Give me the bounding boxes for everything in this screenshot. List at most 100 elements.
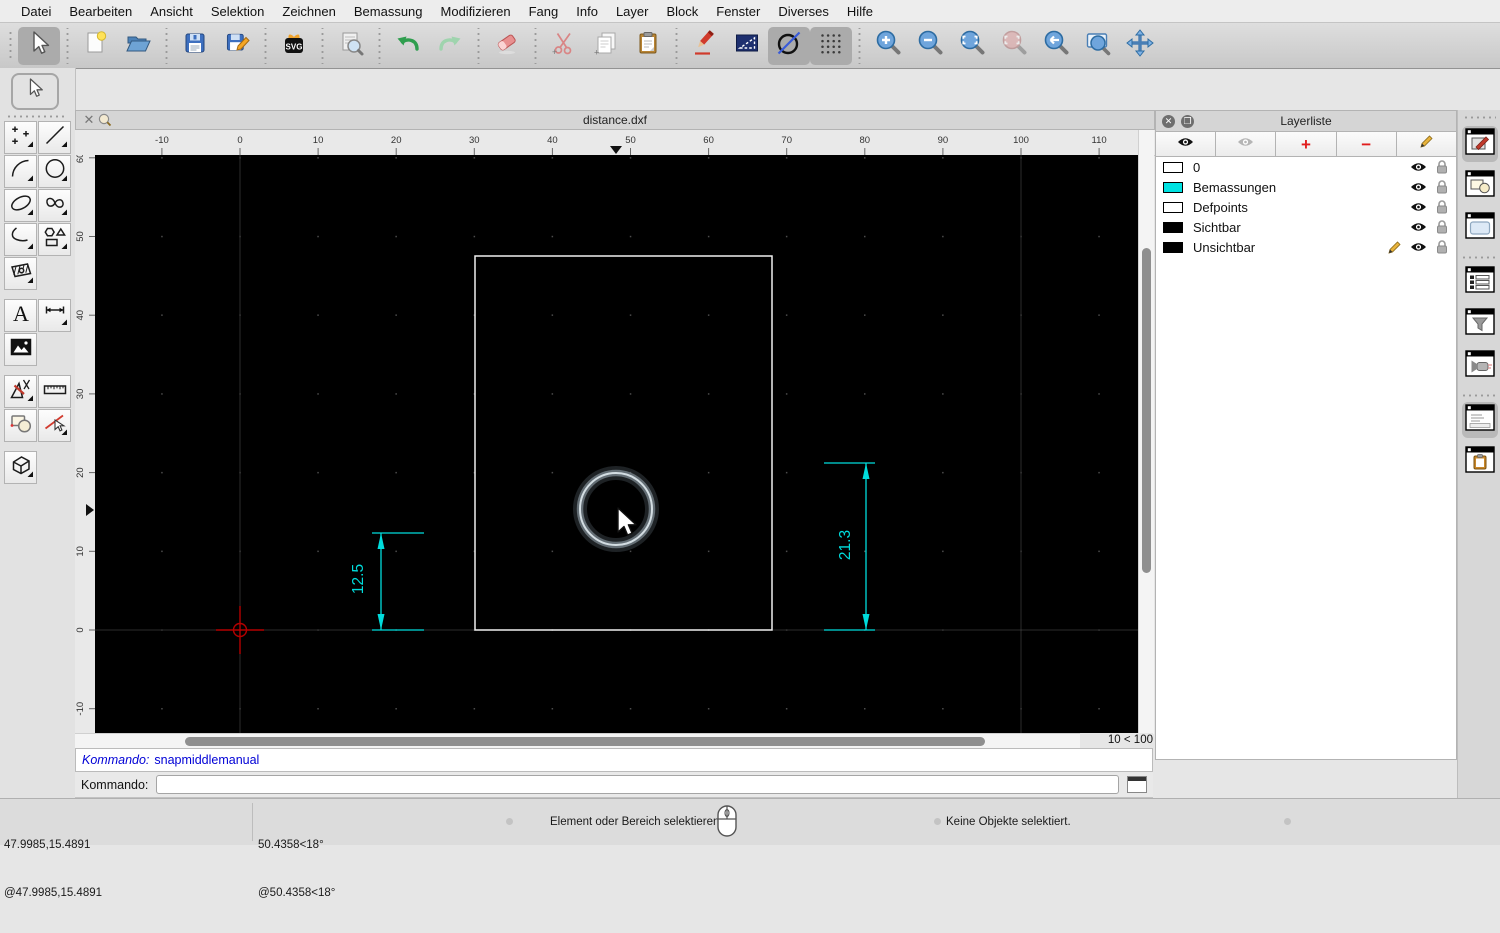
horizontal-scrollbar[interactable]: [75, 733, 1085, 749]
eye-icon: [1177, 135, 1194, 153]
palette-drag-handle[interactable]: [6, 114, 68, 119]
menu-item-diverses[interactable]: Diverses: [769, 4, 838, 19]
zoom-previous-button[interactable]: [1035, 27, 1077, 65]
text-tool-button[interactable]: A: [4, 299, 37, 332]
svg-text:12.5: 12.5: [350, 564, 367, 594]
zoom-selection-button[interactable]: [993, 27, 1035, 65]
layer-visibility-eye-icon[interactable]: [1408, 221, 1428, 233]
eraser-button[interactable]: [486, 27, 528, 65]
ortho-box-button[interactable]: [726, 27, 768, 65]
menu-item-fang[interactable]: Fang: [520, 4, 568, 19]
snap-circle-button[interactable]: [768, 26, 810, 65]
arc-tool-button[interactable]: [4, 155, 37, 188]
select-entity-tool-button[interactable]: [38, 409, 71, 442]
redo-button[interactable]: [429, 27, 471, 65]
panel-blocks-toggle-button[interactable]: [1462, 168, 1498, 204]
panel-views-toggle-button[interactable]: [1462, 348, 1498, 384]
layer-lock-icon[interactable]: [1432, 160, 1452, 174]
horizontal-scroll-thumb[interactable]: [185, 737, 985, 746]
undo-button[interactable]: [387, 27, 429, 65]
pan-button[interactable]: [1119, 27, 1161, 65]
pointer-button[interactable]: [18, 26, 60, 65]
menu-item-ansicht[interactable]: Ansicht: [141, 4, 202, 19]
spline-tool-button[interactable]: [38, 189, 71, 222]
layer-visibility-eye-icon[interactable]: [1408, 161, 1428, 173]
zoom-auto-button[interactable]: [951, 27, 993, 65]
save-button[interactable]: [174, 27, 216, 65]
layer-row-defpoints[interactable]: Defpoints: [1156, 197, 1456, 217]
layer-row-sichtbar[interactable]: Sichtbar: [1156, 217, 1456, 237]
modify-tool-button[interactable]: [4, 375, 37, 408]
add-layer-button[interactable]: +: [1276, 132, 1337, 156]
drawing-canvas[interactable]: 12.5 21.3: [95, 155, 1138, 733]
edit-layer-button[interactable]: [1396, 132, 1457, 156]
document-tab[interactable]: ✕ distance.dxf: [75, 110, 1155, 130]
hatch-icon: [8, 258, 34, 289]
open-folder-button[interactable]: [117, 27, 159, 65]
menu-item-layer[interactable]: Layer: [607, 4, 658, 19]
eye-off-icon: [1237, 135, 1254, 153]
vertical-scrollbar[interactable]: [1138, 130, 1154, 734]
menu-item-block[interactable]: Block: [657, 4, 707, 19]
points-tool-button[interactable]: [4, 121, 37, 154]
dock-drag-handle[interactable]: [1463, 115, 1496, 120]
panel-layers-toggle-button[interactable]: [1462, 126, 1498, 162]
panel-properties-toggle-button[interactable]: [1462, 264, 1498, 300]
layer-visibility-eye-icon[interactable]: [1408, 201, 1428, 213]
layer-lock-icon[interactable]: [1432, 180, 1452, 194]
menu-item-bemassung[interactable]: Bemassung: [345, 4, 432, 19]
line-tool-button[interactable]: [38, 121, 71, 154]
solid-tool-button[interactable]: [4, 451, 37, 484]
paste-button[interactable]: [627, 27, 669, 65]
shape-tool-button[interactable]: [38, 223, 71, 256]
layer-lock-icon[interactable]: [1432, 240, 1452, 254]
menu-item-fenster[interactable]: Fenster: [707, 4, 769, 19]
menu-item-bearbeiten[interactable]: Bearbeiten: [60, 4, 141, 19]
toolbar-drag-handle[interactable]: [8, 29, 14, 62]
print-preview-button[interactable]: [330, 27, 372, 65]
svg-export-button[interactable]: SVG: [273, 27, 315, 65]
command-input[interactable]: [156, 775, 1119, 794]
save-icon: [181, 29, 209, 62]
hide-all-layers-button[interactable]: [1216, 132, 1277, 156]
panel-clipboard-toggle-button[interactable]: [1462, 444, 1498, 480]
vertical-scroll-thumb[interactable]: [1142, 248, 1151, 573]
image-tool-button[interactable]: [4, 333, 37, 366]
grid-dots-button[interactable]: [810, 26, 852, 65]
menu-item-info[interactable]: Info: [567, 4, 607, 19]
menu-item-modifizieren[interactable]: Modifizieren: [432, 4, 520, 19]
menu-item-hilfe[interactable]: Hilfe: [838, 4, 882, 19]
blocks-tool-button[interactable]: [4, 409, 37, 442]
command-detach-button[interactable]: [1127, 776, 1147, 793]
panel-command-toggle-button[interactable]: [1462, 402, 1498, 438]
menu-item-datei[interactable]: Datei: [12, 4, 60, 19]
dimension-tool-button[interactable]: [38, 299, 71, 332]
layer-lock-icon[interactable]: [1432, 220, 1452, 234]
new-file-button[interactable]: [75, 27, 117, 65]
cut-button[interactable]: +: [543, 27, 585, 65]
show-all-layers-button[interactable]: [1156, 132, 1217, 156]
menu-item-zeichnen[interactable]: Zeichnen: [273, 4, 344, 19]
layer-visibility-eye-icon[interactable]: [1408, 181, 1428, 193]
save-as-button[interactable]: [216, 27, 258, 65]
panel-selection-filter-toggle-button[interactable]: [1462, 306, 1498, 342]
ellipse-tool-button[interactable]: [4, 189, 37, 222]
menu-item-selektion[interactable]: Selektion: [202, 4, 273, 19]
layer-lock-icon[interactable]: [1432, 200, 1452, 214]
measure-tool-button[interactable]: [38, 375, 71, 408]
polyline-tool-button[interactable]: [4, 223, 37, 256]
zoom-window-button[interactable]: [1077, 27, 1119, 65]
layer-row-0[interactable]: 0: [1156, 157, 1456, 177]
draw-pencil-button[interactable]: [684, 27, 726, 65]
zoom-out-button[interactable]: [909, 27, 951, 65]
layer-row-bemassungen[interactable]: Bemassungen: [1156, 177, 1456, 197]
zoom-in-button[interactable]: [867, 27, 909, 65]
hatch-tool-button[interactable]: [4, 257, 37, 290]
layer-visibility-eye-icon[interactable]: [1408, 241, 1428, 253]
selection-tool-button[interactable]: [11, 73, 59, 110]
circle-tool-button[interactable]: [38, 155, 71, 188]
remove-layer-button[interactable]: −: [1336, 132, 1397, 156]
copy-button[interactable]: +: [585, 27, 627, 65]
panel-library-toggle-button[interactable]: [1462, 210, 1498, 246]
layer-row-unsichtbar[interactable]: Unsichtbar: [1156, 237, 1456, 257]
